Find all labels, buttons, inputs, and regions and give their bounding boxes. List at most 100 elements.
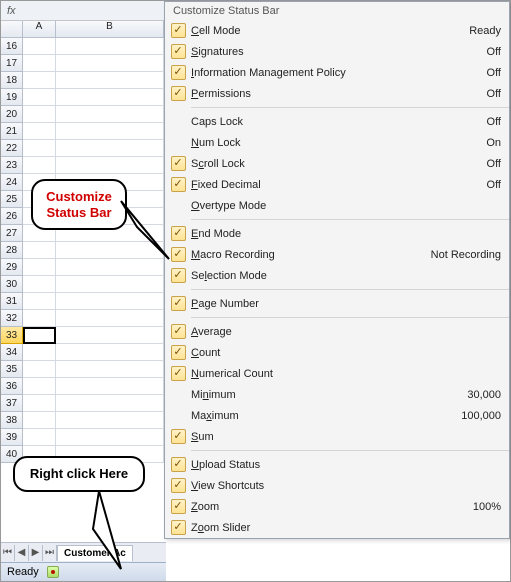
cell[interactable] (56, 55, 164, 72)
grid-row[interactable] (23, 378, 164, 395)
menu-item[interactable]: ✓End Mode (165, 223, 509, 244)
row-header[interactable]: 39 (1, 429, 23, 446)
tab-nav-next-icon[interactable]: ▶ (29, 545, 43, 561)
row-header[interactable]: 33 (1, 327, 23, 344)
cell[interactable] (56, 378, 164, 395)
menu-item[interactable]: Minimum30,000 (165, 384, 509, 405)
row-header[interactable]: 25 (1, 191, 23, 208)
col-header-b[interactable]: B (56, 21, 164, 38)
macro-record-icon[interactable] (47, 566, 59, 578)
grid-row[interactable] (23, 140, 164, 157)
cell[interactable] (56, 293, 164, 310)
row-header[interactable]: 30 (1, 276, 23, 293)
menu-item[interactable]: ✓Fixed DecimalOff (165, 174, 509, 195)
cell[interactable] (23, 429, 56, 446)
cell[interactable] (56, 89, 164, 106)
grid-row[interactable] (23, 157, 164, 174)
cell[interactable] (56, 157, 164, 174)
menu-item[interactable]: ✓Zoom100% (165, 496, 509, 517)
cell[interactable] (23, 361, 56, 378)
cell[interactable] (23, 38, 56, 55)
cell[interactable] (56, 412, 164, 429)
cell[interactable] (23, 412, 56, 429)
row-header[interactable]: 32 (1, 310, 23, 327)
tab-nav-first-icon[interactable]: ⏮ (1, 545, 15, 561)
menu-item[interactable]: Maximum100,000 (165, 405, 509, 426)
row-header[interactable]: 22 (1, 140, 23, 157)
row-header[interactable]: 19 (1, 89, 23, 106)
grid-row[interactable] (23, 310, 164, 327)
row-header[interactable]: 35 (1, 361, 23, 378)
cell[interactable] (56, 38, 164, 55)
grid-row[interactable] (23, 89, 164, 106)
cell[interactable] (56, 395, 164, 412)
cell[interactable] (23, 344, 56, 361)
row-header[interactable]: 29 (1, 259, 23, 276)
row-header[interactable]: 17 (1, 55, 23, 72)
menu-item[interactable]: ✓Cell ModeReady (165, 20, 509, 41)
menu-item[interactable]: ✓Zoom Slider (165, 517, 509, 538)
menu-item[interactable]: ✓Scroll LockOff (165, 153, 509, 174)
fx-icon[interactable]: fx (7, 5, 16, 17)
grid-row[interactable] (23, 55, 164, 72)
cell[interactable] (56, 344, 164, 361)
menu-item[interactable]: ✓Page Number (165, 293, 509, 314)
grid-row[interactable] (23, 72, 164, 89)
grid-row[interactable] (23, 327, 164, 344)
menu-item[interactable]: Caps LockOff (165, 111, 509, 132)
cell[interactable] (23, 395, 56, 412)
grid-row[interactable] (23, 361, 164, 378)
col-header-a[interactable]: A (23, 21, 56, 38)
tab-nav-prev-icon[interactable]: ◀ (15, 545, 29, 561)
menu-item[interactable]: Overtype Mode (165, 195, 509, 216)
row-header[interactable]: 20 (1, 106, 23, 123)
grid-row[interactable] (23, 106, 164, 123)
grid-row[interactable] (23, 429, 164, 446)
row-header[interactable]: 16 (1, 38, 23, 55)
cell[interactable] (56, 429, 164, 446)
grid-row[interactable] (23, 293, 164, 310)
row-header[interactable]: 31 (1, 293, 23, 310)
grid-row[interactable] (23, 412, 164, 429)
cell[interactable] (23, 293, 56, 310)
menu-item[interactable]: ✓Count (165, 342, 509, 363)
grid-row[interactable] (23, 38, 164, 55)
row-header[interactable]: 37 (1, 395, 23, 412)
cell[interactable] (23, 276, 56, 293)
cell[interactable] (23, 140, 56, 157)
row-header[interactable]: 38 (1, 412, 23, 429)
cell[interactable] (23, 123, 56, 140)
row-header[interactable]: 24 (1, 174, 23, 191)
menu-item[interactable]: ✓Average (165, 321, 509, 342)
cell[interactable] (56, 140, 164, 157)
cell[interactable] (56, 327, 164, 344)
customize-status-bar-menu[interactable]: Customize Status Bar ✓Cell ModeReady✓Sig… (164, 1, 510, 539)
cell[interactable] (23, 106, 56, 123)
menu-item[interactable]: ✓Numerical Count (165, 363, 509, 384)
grid-row[interactable] (23, 395, 164, 412)
grid-row[interactable] (23, 123, 164, 140)
row-header[interactable]: 26 (1, 208, 23, 225)
cell[interactable] (56, 123, 164, 140)
menu-item[interactable]: ✓SignaturesOff (165, 41, 509, 62)
cell[interactable] (23, 89, 56, 106)
row-header[interactable]: 18 (1, 72, 23, 89)
cell[interactable] (23, 55, 56, 72)
menu-item[interactable]: Num LockOn (165, 132, 509, 153)
row-header[interactable]: 34 (1, 344, 23, 361)
cell[interactable] (23, 378, 56, 395)
menu-item[interactable]: ✓Upload Status (165, 454, 509, 475)
menu-item[interactable]: ✓Selection Mode (165, 265, 509, 286)
row-header[interactable]: 23 (1, 157, 23, 174)
cell[interactable] (23, 72, 56, 89)
row-header[interactable]: 27 (1, 225, 23, 242)
menu-item[interactable]: ✓Sum (165, 426, 509, 447)
tab-nav-last-icon[interactable]: ⏭ (43, 545, 57, 561)
cell[interactable] (23, 259, 56, 276)
menu-item[interactable]: ✓Macro RecordingNot Recording (165, 244, 509, 265)
cell[interactable] (23, 157, 56, 174)
menu-item[interactable]: ✓Information Management PolicyOff (165, 62, 509, 83)
cell[interactable] (56, 310, 164, 327)
select-all-corner[interactable] (1, 21, 23, 38)
menu-item[interactable]: ✓View Shortcuts (165, 475, 509, 496)
